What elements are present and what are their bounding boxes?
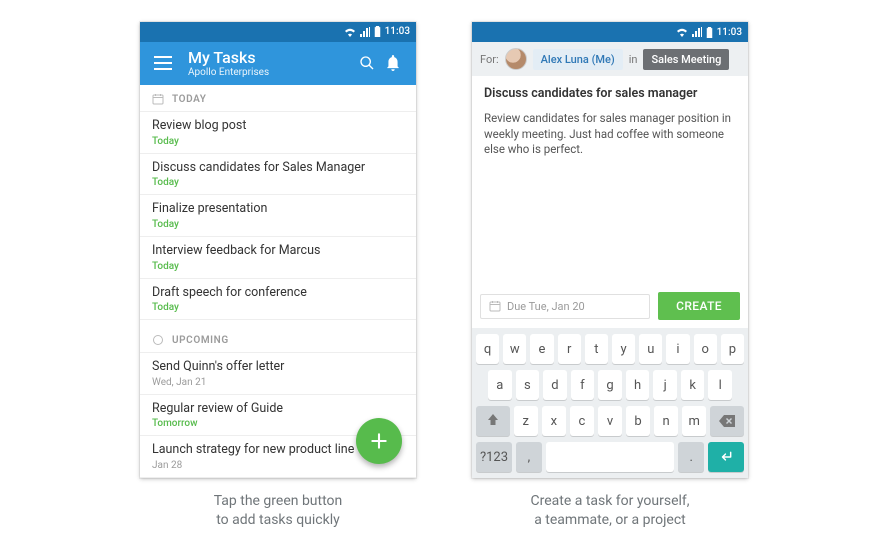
status-time: 11:03 bbox=[717, 27, 742, 38]
keyboard-key-u[interactable]: u bbox=[639, 334, 662, 364]
soft-keyboard: qwertyuiop asdfghjkl zxcvbnm ?123 , . bbox=[472, 328, 748, 478]
task-title: Draft speech for conference bbox=[152, 285, 404, 301]
due-date-text: Due Tue, Jan 20 bbox=[507, 300, 585, 313]
task-title: Regular review of Guide bbox=[152, 401, 404, 417]
task-title: Review blog post bbox=[152, 118, 404, 134]
circle-icon bbox=[152, 334, 164, 346]
battery-icon bbox=[374, 26, 381, 37]
project-chip[interactable]: Sales Meeting bbox=[643, 49, 729, 70]
keyboard-key-e[interactable]: e bbox=[530, 334, 553, 364]
task-row[interactable]: Send Quinn's offer letter Wed, Jan 21 bbox=[140, 353, 416, 395]
status-bar: 11:03 bbox=[140, 22, 416, 42]
keyboard-key-x[interactable]: x bbox=[542, 406, 566, 436]
keyboard-key-o[interactable]: o bbox=[694, 334, 717, 364]
task-row[interactable]: Interview feedback for Marcus Today bbox=[140, 237, 416, 279]
keyboard-key-s[interactable]: s bbox=[516, 370, 540, 400]
keyboard-key-l[interactable]: l bbox=[708, 370, 732, 400]
keyboard-key-y[interactable]: y bbox=[612, 334, 635, 364]
keyboard-key-comma[interactable]: , bbox=[516, 442, 542, 472]
keyboard-key-z[interactable]: z bbox=[514, 406, 538, 436]
due-date-field[interactable]: Due Tue, Jan 20 bbox=[480, 294, 650, 319]
keyboard-key-q[interactable]: q bbox=[476, 334, 499, 364]
status-time: 11:03 bbox=[385, 26, 410, 37]
keyboard-key-f[interactable]: f bbox=[571, 370, 595, 400]
page-title: My Tasks bbox=[188, 49, 354, 67]
caption-right: Create a task for yourself,a teammate, o… bbox=[472, 492, 748, 530]
phone-compose-task: 11:03 For: Alex Luna (Me) in Sales Meeti… bbox=[472, 22, 748, 478]
battery-icon bbox=[706, 27, 713, 38]
section-label: TODAY bbox=[172, 94, 207, 105]
keyboard-key-g[interactable]: g bbox=[598, 370, 622, 400]
phone-tasks-list: 11:03 My Tasks Apollo Enterprises TODAY … bbox=[140, 22, 416, 478]
backspace-icon bbox=[719, 415, 735, 427]
keyboard-key-k[interactable]: k bbox=[681, 370, 705, 400]
calendar-icon bbox=[152, 93, 164, 105]
task-meta: Today bbox=[152, 136, 404, 147]
app-bar: My Tasks Apollo Enterprises bbox=[140, 42, 416, 85]
create-button[interactable]: CREATE bbox=[658, 292, 740, 320]
keyboard-key-period[interactable]: . bbox=[678, 442, 704, 472]
menu-icon[interactable] bbox=[150, 50, 176, 76]
status-bar: 11:03 bbox=[472, 22, 748, 42]
keyboard-key-n[interactable]: n bbox=[654, 406, 678, 436]
section-label: UPCOMING bbox=[172, 335, 229, 346]
task-meta: Today bbox=[152, 177, 404, 188]
keyboard-key-p[interactable]: p bbox=[721, 334, 744, 364]
keyboard-key-backspace[interactable] bbox=[710, 406, 744, 436]
avatar[interactable] bbox=[505, 48, 527, 70]
signal-icon bbox=[692, 27, 702, 37]
section-header-upcoming: UPCOMING bbox=[140, 326, 416, 353]
keyboard-key-symbols[interactable]: ?123 bbox=[476, 442, 512, 472]
keyboard-key-shift[interactable] bbox=[476, 406, 510, 436]
task-title-input[interactable]: Discuss candidates for sales manager bbox=[484, 86, 736, 101]
task-meta: Wed, Jan 21 bbox=[152, 377, 404, 388]
keyboard-key-r[interactable]: r bbox=[558, 334, 581, 364]
keyboard-key-space[interactable] bbox=[546, 442, 675, 472]
keyboard-key-a[interactable]: a bbox=[488, 370, 512, 400]
in-label: in bbox=[629, 53, 638, 66]
task-row[interactable]: Discuss candidates for Sales ManagerToda… bbox=[140, 154, 416, 196]
shift-icon bbox=[487, 414, 499, 428]
page-subtitle: Apollo Enterprises bbox=[188, 67, 354, 78]
keyboard-key-w[interactable]: w bbox=[503, 334, 526, 364]
keyboard-key-t[interactable]: t bbox=[585, 334, 608, 364]
keyboard-key-enter[interactable] bbox=[708, 442, 744, 472]
wifi-icon bbox=[344, 27, 356, 37]
enter-icon bbox=[719, 451, 733, 463]
keyboard-key-i[interactable]: i bbox=[666, 334, 689, 364]
wifi-icon bbox=[676, 27, 688, 37]
keyboard-key-m[interactable]: m bbox=[682, 406, 706, 436]
keyboard-key-j[interactable]: j bbox=[653, 370, 677, 400]
task-title: Finalize presentation bbox=[152, 201, 404, 217]
for-label: For: bbox=[480, 53, 499, 66]
task-meta: Jan 28 bbox=[152, 460, 404, 471]
task-title: Discuss candidates for Sales Manager bbox=[152, 160, 404, 176]
calendar-icon bbox=[489, 300, 501, 312]
keyboard-key-b[interactable]: b bbox=[626, 406, 650, 436]
keyboard-key-d[interactable]: d bbox=[543, 370, 567, 400]
add-task-fab[interactable] bbox=[356, 418, 402, 464]
section-header-today: TODAY bbox=[140, 85, 416, 112]
task-meta: Today bbox=[152, 219, 404, 230]
signal-icon bbox=[360, 27, 370, 37]
task-title: Send Quinn's offer letter bbox=[152, 359, 404, 375]
assignee-chip[interactable]: Alex Luna (Me) bbox=[533, 49, 623, 70]
task-notes-input[interactable]: Review candidates for sales manager posi… bbox=[484, 111, 736, 276]
caption-left: Tap the green buttonto add tasks quickly bbox=[140, 492, 416, 530]
bell-icon[interactable] bbox=[380, 50, 406, 76]
task-row[interactable]: Finalize presentation Today bbox=[140, 195, 416, 237]
compose-assignee-bar: For: Alex Luna (Me) in Sales Meeting bbox=[472, 42, 748, 76]
task-meta: Today bbox=[152, 302, 404, 313]
task-row[interactable]: Review blog post Today bbox=[140, 112, 416, 154]
keyboard-key-h[interactable]: h bbox=[626, 370, 650, 400]
search-icon[interactable] bbox=[354, 50, 380, 76]
keyboard-key-c[interactable]: c bbox=[570, 406, 594, 436]
task-row[interactable]: Draft speech for conferenceToday bbox=[140, 279, 416, 321]
task-meta: Today bbox=[152, 261, 404, 272]
plus-icon bbox=[369, 431, 389, 451]
keyboard-key-v[interactable]: v bbox=[598, 406, 622, 436]
task-title: Interview feedback for Marcus bbox=[152, 243, 404, 259]
